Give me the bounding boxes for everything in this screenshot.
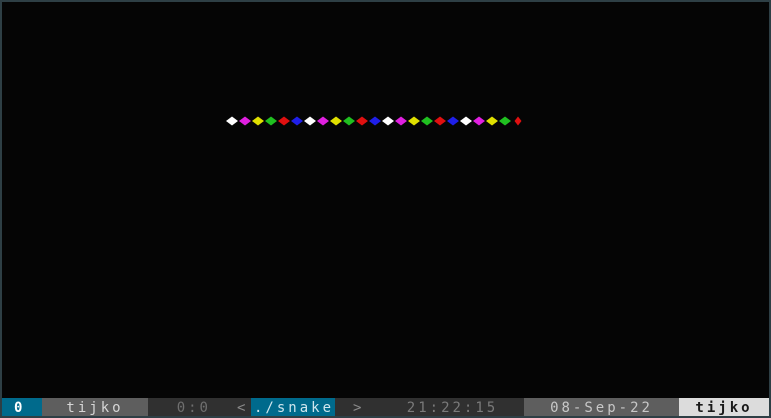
snake-segment [369, 116, 381, 126]
snake [226, 116, 522, 126]
path-right-marker: > [353, 400, 365, 416]
snake-segment [278, 116, 290, 126]
tmux-status-bar: 0 tijko 0:0 < ./snake > 21:22:15 08-Sep-… [2, 398, 769, 416]
snake-segment [252, 116, 264, 126]
path-left-marker: < [237, 400, 249, 416]
current-path: ./snake [251, 398, 336, 416]
snake-segment [239, 116, 251, 126]
snake-segment [265, 116, 277, 126]
snake-segment [421, 116, 433, 126]
path-segment: < ./snake > [225, 398, 381, 416]
snake-segment [226, 116, 238, 126]
snake-segment [395, 116, 407, 126]
snake-segment [343, 116, 355, 126]
snake-segment [473, 116, 485, 126]
snake-head [514, 116, 522, 126]
snake-segment [460, 116, 472, 126]
hostname: tijko [679, 398, 769, 416]
snake-segment [330, 116, 342, 126]
snake-segment [486, 116, 498, 126]
snake-segment [291, 116, 303, 126]
pane-position: 0:0 [148, 398, 225, 416]
snake-segment [447, 116, 459, 126]
snake-segment [434, 116, 446, 126]
snake-segment [382, 116, 394, 126]
snake-segment [499, 116, 511, 126]
clock-date: 08-Sep-22 [524, 398, 679, 416]
snake-segment [408, 116, 420, 126]
terminal-pane[interactable] [2, 2, 769, 398]
snake-segment [317, 116, 329, 126]
window-index[interactable]: 0 [2, 398, 42, 416]
snake-segment [356, 116, 368, 126]
snake-segment [304, 116, 316, 126]
clock-time: 21:22:15 [381, 398, 524, 416]
session-name: tijko [42, 398, 148, 416]
terminal-window: 0 tijko 0:0 < ./snake > 21:22:15 08-Sep-… [0, 0, 771, 418]
